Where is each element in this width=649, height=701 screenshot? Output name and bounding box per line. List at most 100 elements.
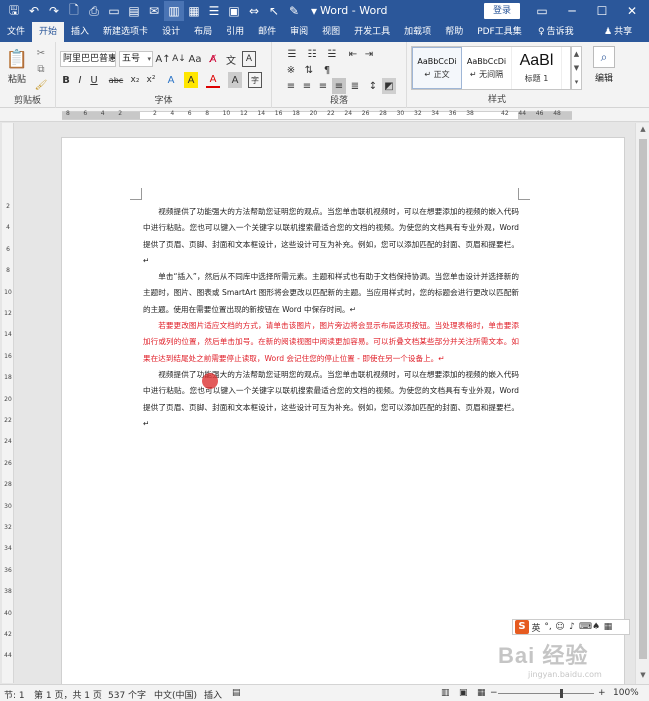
macro-record-icon[interactable]: ▤: [232, 688, 241, 698]
shrink-font-icon[interactable]: A↓: [172, 51, 186, 67]
emoji-icon[interactable]: ☺: [555, 622, 565, 632]
show-marks-icon[interactable]: ¶: [320, 62, 334, 78]
ime-toolbar[interactable]: S 英 °, ☺ ♪ ⌨ ♠ ▦: [512, 619, 630, 635]
document-area[interactable]: 视频提供了功能强大的方法帮助您证明您的观点。当您单击联机视频时，可以在想要添加的…: [15, 123, 635, 684]
text-effects-button[interactable]: A: [164, 72, 178, 88]
zoom-out-button[interactable]: −: [490, 688, 498, 698]
toolbox-icon[interactable]: ▦: [603, 622, 613, 632]
tab-home[interactable]: 开始: [32, 22, 65, 42]
align-right-icon[interactable]: ≡: [316, 78, 330, 94]
paragraph[interactable]: 单击“插入”，然后从不同库中选择所需元素。主题和样式也有助于文档保持协调。当您单…: [143, 269, 519, 318]
superscript-button[interactable]: x²: [144, 72, 158, 88]
open-icon[interactable]: ▭: [104, 1, 124, 21]
underline-button[interactable]: U: [88, 72, 100, 88]
vertical-scrollbar[interactable]: ▲ ▼: [635, 123, 649, 684]
email-icon[interactable]: ✉: [144, 1, 164, 21]
char-shading-button[interactable]: A: [228, 72, 242, 88]
status-insert-mode[interactable]: 插入: [204, 688, 222, 701]
copy-icon[interactable]: ⧉: [34, 61, 48, 77]
numbering-icon[interactable]: ☷: [304, 46, 320, 62]
microphone-icon[interactable]: ♪: [567, 622, 577, 632]
ime-lang[interactable]: 英: [531, 621, 541, 634]
read-mode-icon[interactable]: ▥: [164, 1, 184, 21]
format-painter-icon[interactable]: 🖌: [34, 77, 48, 93]
undo-icon[interactable]: ↶: [24, 1, 44, 21]
italic-button[interactable]: I: [74, 72, 86, 88]
clear-format-icon[interactable]: A̸: [206, 51, 220, 67]
new-doc-icon[interactable]: ▤: [124, 1, 144, 21]
paragraph[interactable]: 视频提供了功能强大的方法帮助您证明您的观点。当您单击联机视频时，可以在想要添加的…: [143, 204, 519, 269]
tab-developer[interactable]: 开发工具: [347, 22, 397, 42]
tab-addins[interactable]: 加载项: [397, 22, 438, 42]
save-icon[interactable]: 🖫: [4, 1, 24, 21]
maximize-button[interactable]: ☐: [587, 0, 617, 22]
zoom-level[interactable]: 100%: [613, 688, 639, 698]
numbering-icon[interactable]: ☰: [204, 1, 224, 21]
cut-icon[interactable]: ✂: [34, 45, 48, 61]
increase-indent-icon[interactable]: ⇥: [362, 46, 376, 62]
font-name-combo[interactable]: 阿里巴巴普惠 ▾: [60, 51, 116, 67]
status-section[interactable]: 节: 1: [4, 688, 25, 701]
phonetic-guide-icon[interactable]: 文: [224, 51, 238, 67]
print-preview-icon[interactable]: 🗋: [64, 1, 84, 21]
status-language[interactable]: 中文(中国): [154, 688, 197, 701]
scroll-thumb[interactable]: [639, 139, 647, 659]
page[interactable]: 视频提供了功能强大的方法帮助您证明您的观点。当您单击联机视频时，可以在想要添加的…: [61, 137, 625, 684]
spacing-icon[interactable]: ⇔: [244, 1, 264, 21]
select-icon[interactable]: ↖: [264, 1, 284, 21]
line-spacing-icon[interactable]: ↕: [366, 78, 380, 94]
frame-icon[interactable]: ▣: [224, 1, 244, 21]
justify-icon[interactable]: ≡: [332, 78, 346, 94]
style-heading-1[interactable]: AaBl 标题 1: [512, 47, 562, 89]
grow-font-icon[interactable]: A↑: [155, 51, 170, 67]
zoom-in-button[interactable]: +: [598, 688, 606, 698]
tab-references[interactable]: 引用: [219, 22, 251, 42]
tab-pdf-tools[interactable]: PDF工具集: [470, 22, 529, 42]
tell-me-box[interactable]: ♀ 告诉我: [538, 22, 574, 42]
status-page[interactable]: 第 1 页，共 1 页: [34, 688, 102, 701]
tab-layout[interactable]: 布局: [187, 22, 219, 42]
chevron-down-icon[interactable]: ▼: [574, 64, 579, 72]
document-body[interactable]: 视频提供了功能强大的方法帮助您证明您的观点。当您单击联机视频时，可以在想要添加的…: [143, 204, 519, 432]
tab-file[interactable]: 文件: [0, 22, 32, 42]
font-color-button[interactable]: A: [206, 72, 220, 88]
char-border-icon[interactable]: A: [242, 51, 256, 67]
paragraph[interactable]: 视频提供了功能强大的方法帮助您证明您的观点。当您单击联机视频时，可以在想要添加的…: [143, 367, 519, 432]
enclose-char-icon[interactable]: 字: [248, 72, 262, 88]
more-icon[interactable]: ▾: [575, 78, 579, 86]
web-layout-view-icon[interactable]: ▦: [477, 688, 486, 698]
font-size-combo[interactable]: 五号 ▾: [119, 51, 153, 67]
paste-icon[interactable]: 📋: [6, 46, 28, 72]
scroll-up-icon[interactable]: ▲: [638, 125, 648, 135]
paragraph-selected[interactable]: 若要更改图片适应文档的方式，请单击该图片，图片旁边将会显示布局选项按钮。当处理表…: [143, 318, 519, 367]
login-button[interactable]: 登录: [484, 3, 520, 19]
tab-new-tab[interactable]: 新建选项卡: [96, 22, 155, 42]
quick-print-icon[interactable]: ⎙: [84, 1, 104, 21]
multilevel-list-icon[interactable]: ☱: [324, 46, 340, 62]
tab-review[interactable]: 审阅: [283, 22, 315, 42]
keyboard-icon[interactable]: ⌨: [579, 622, 592, 632]
minimize-button[interactable]: ─: [557, 0, 587, 22]
share-button[interactable]: ♟ 共享: [604, 22, 632, 42]
subscript-button[interactable]: x₂: [128, 72, 142, 88]
bold-button[interactable]: B: [60, 72, 72, 88]
punctuation-icon[interactable]: °,: [543, 622, 553, 632]
tab-mailings[interactable]: 邮件: [251, 22, 283, 42]
close-button[interactable]: ✕: [617, 0, 647, 22]
tab-view[interactable]: 视图: [315, 22, 347, 42]
sort-icon[interactable]: ⇅: [302, 62, 316, 78]
status-word-count[interactable]: 537 个字: [108, 688, 146, 701]
vertical-ruler[interactable]: 2 4 6 8 10 12 14 16 18 20 22 24 26 28 30 32 34 36 38 40 42 44: [2, 123, 14, 683]
scroll-down-icon[interactable]: ▼: [638, 671, 648, 681]
ribbon-display-options-icon[interactable]: ▭: [527, 0, 557, 22]
decrease-indent-icon[interactable]: ⇤: [346, 46, 360, 62]
horizontal-ruler[interactable]: 8 6 4 2 2 4 6 8 10 12 14 16 18 20 22 24 26 28 30 32 34 36 38 42…: [0, 108, 649, 122]
table-icon[interactable]: ▦: [184, 1, 204, 21]
tab-design[interactable]: 设计: [155, 22, 187, 42]
editing-button[interactable]: ⌕ 编辑: [586, 46, 622, 92]
skin-icon[interactable]: ♠: [591, 622, 601, 632]
zoom-slider-track[interactable]: [498, 693, 594, 694]
styles-gallery-scroll[interactable]: ▲ ▼ ▾: [571, 46, 582, 90]
paragraph-shading-icon[interactable]: ◩: [382, 78, 396, 94]
distributed-icon[interactable]: ≣: [348, 78, 362, 94]
